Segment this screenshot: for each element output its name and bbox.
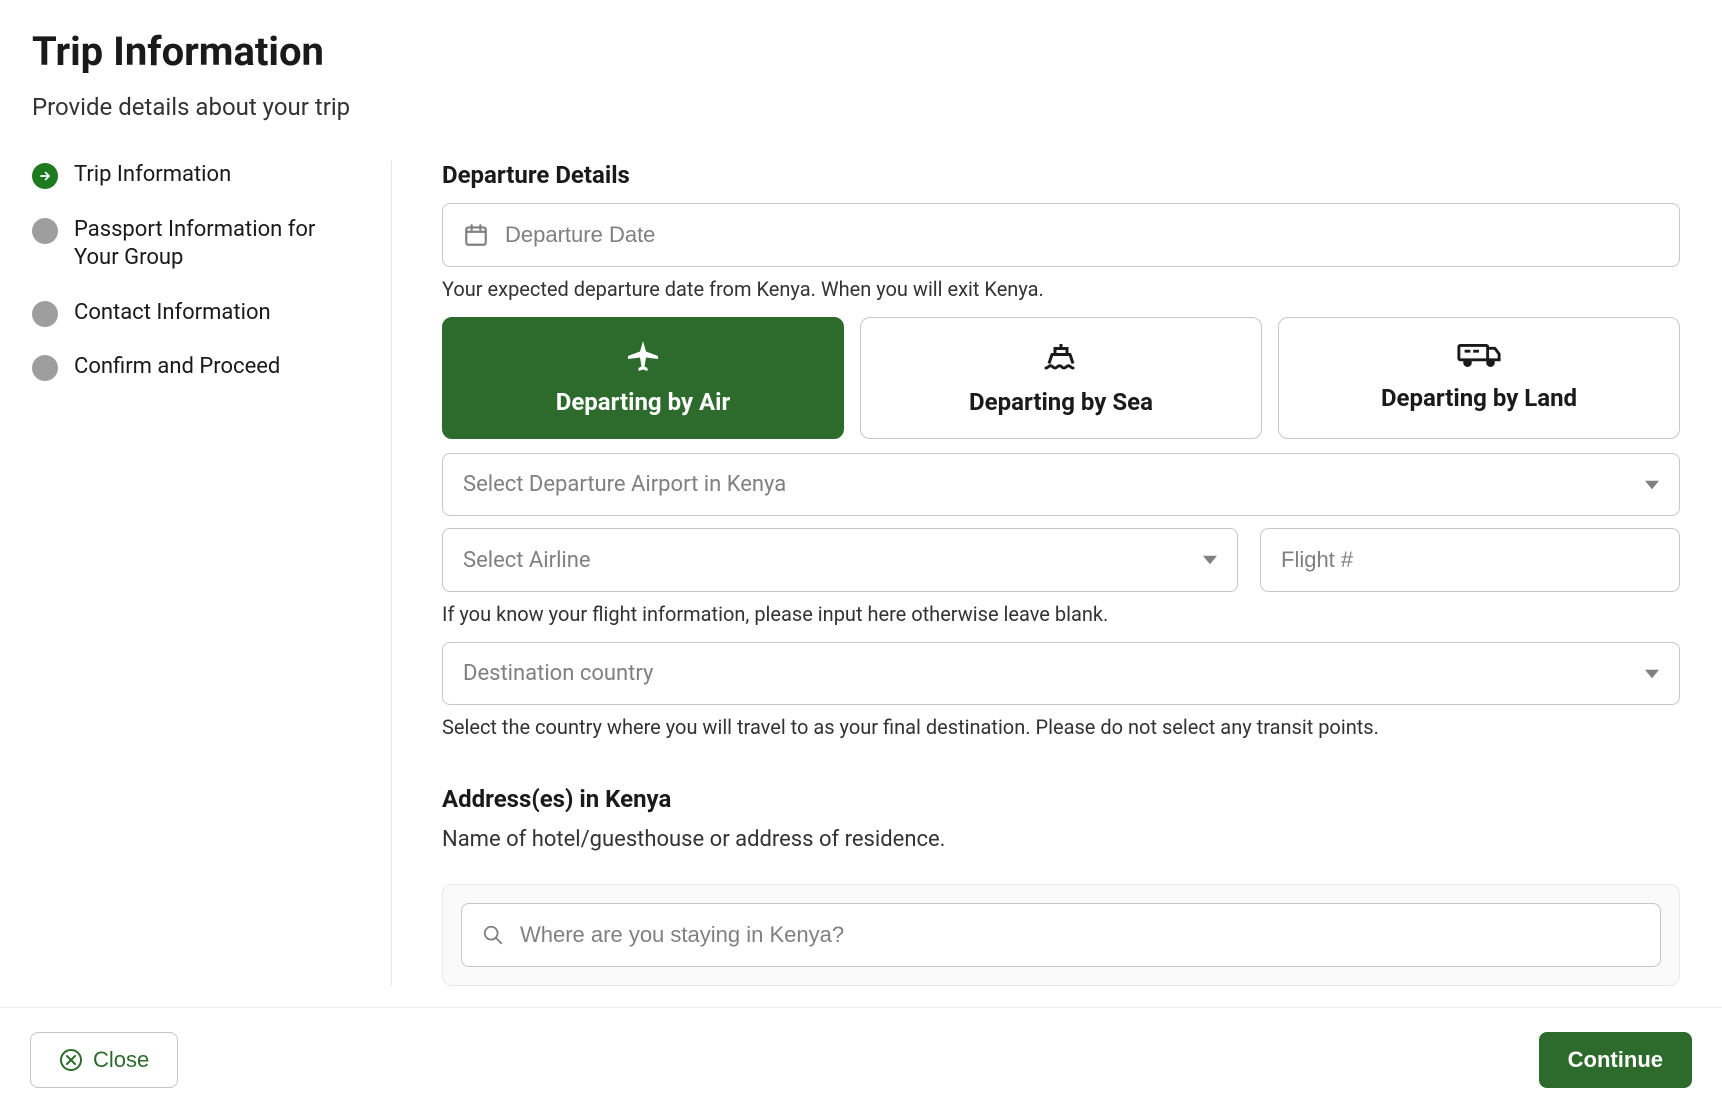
continue-button[interactable]: Continue — [1539, 1032, 1692, 1088]
step-label: Trip Information — [74, 161, 231, 190]
step-bullet-icon — [32, 301, 58, 327]
address-section-subtitle: Name of hotel/guesthouse or address of r… — [442, 827, 1680, 852]
step-label: Contact Information — [74, 299, 271, 328]
step-contact-information[interactable]: Contact Information — [32, 299, 361, 328]
page-title: Trip Information — [32, 28, 1690, 75]
footer-bar: Close Continue — [0, 1007, 1722, 1112]
step-bullet-icon — [32, 218, 58, 244]
mode-departing-by-air[interactable]: Departing by Air — [442, 317, 844, 439]
destination-country-select[interactable]: Destination country — [442, 642, 1680, 705]
step-bullet-icon — [32, 355, 58, 381]
departure-date-input[interactable] — [442, 203, 1680, 267]
address-section-title: Address(es) in Kenya — [442, 785, 1680, 813]
mode-label: Departing by Air — [453, 388, 833, 416]
flight-number-field[interactable] — [1281, 547, 1659, 573]
airplane-icon — [453, 338, 833, 374]
close-button-label: Close — [93, 1047, 149, 1073]
mode-label: Departing by Land — [1289, 384, 1669, 412]
address-search-input[interactable] — [461, 903, 1661, 967]
step-confirm-proceed[interactable]: Confirm and Proceed — [32, 353, 361, 382]
close-icon — [59, 1048, 83, 1072]
step-label: Confirm and Proceed — [74, 353, 280, 382]
calendar-icon — [463, 222, 489, 248]
step-passport-information[interactable]: Passport Information for Your Group — [32, 216, 361, 273]
mode-label: Departing by Sea — [871, 388, 1251, 416]
departure-airport-select[interactable]: Select Departure Airport in Kenya — [442, 453, 1680, 516]
van-icon — [1289, 338, 1669, 370]
steps-sidebar: Trip Information Passport Information fo… — [32, 161, 392, 986]
departure-details-title: Departure Details — [442, 161, 1680, 189]
select-placeholder: Select Airline — [463, 548, 591, 573]
main-form: Departure Details Your expected departur… — [392, 161, 1690, 986]
chevron-down-icon — [1645, 667, 1659, 681]
destination-helper: Select the country where you will travel… — [442, 715, 1680, 739]
ship-icon — [871, 338, 1251, 374]
departure-mode-row: Departing by Air Departing by Sea Depart… — [442, 317, 1680, 439]
mode-departing-by-land[interactable]: Departing by Land — [1278, 317, 1680, 439]
departure-date-field[interactable] — [505, 222, 1659, 248]
step-label: Passport Information for Your Group — [74, 216, 361, 273]
departure-date-helper: Your expected departure date from Kenya.… — [442, 277, 1680, 301]
flight-helper: If you know your flight information, ple… — [442, 602, 1680, 626]
airline-select[interactable]: Select Airline — [442, 528, 1238, 592]
page-subtitle: Provide details about your trip — [32, 93, 1690, 121]
chevron-down-icon — [1645, 478, 1659, 492]
select-placeholder: Destination country — [463, 661, 653, 686]
flight-number-input[interactable] — [1260, 528, 1680, 592]
search-icon — [482, 924, 504, 946]
select-placeholder: Select Departure Airport in Kenya — [463, 472, 786, 497]
step-active-icon — [32, 163, 58, 189]
address-panel — [442, 884, 1680, 986]
step-trip-information[interactable]: Trip Information — [32, 161, 361, 190]
mode-departing-by-sea[interactable]: Departing by Sea — [860, 317, 1262, 439]
continue-button-label: Continue — [1568, 1047, 1663, 1073]
close-button[interactable]: Close — [30, 1032, 178, 1088]
chevron-down-icon — [1203, 553, 1217, 567]
address-search-field[interactable] — [520, 922, 1640, 948]
